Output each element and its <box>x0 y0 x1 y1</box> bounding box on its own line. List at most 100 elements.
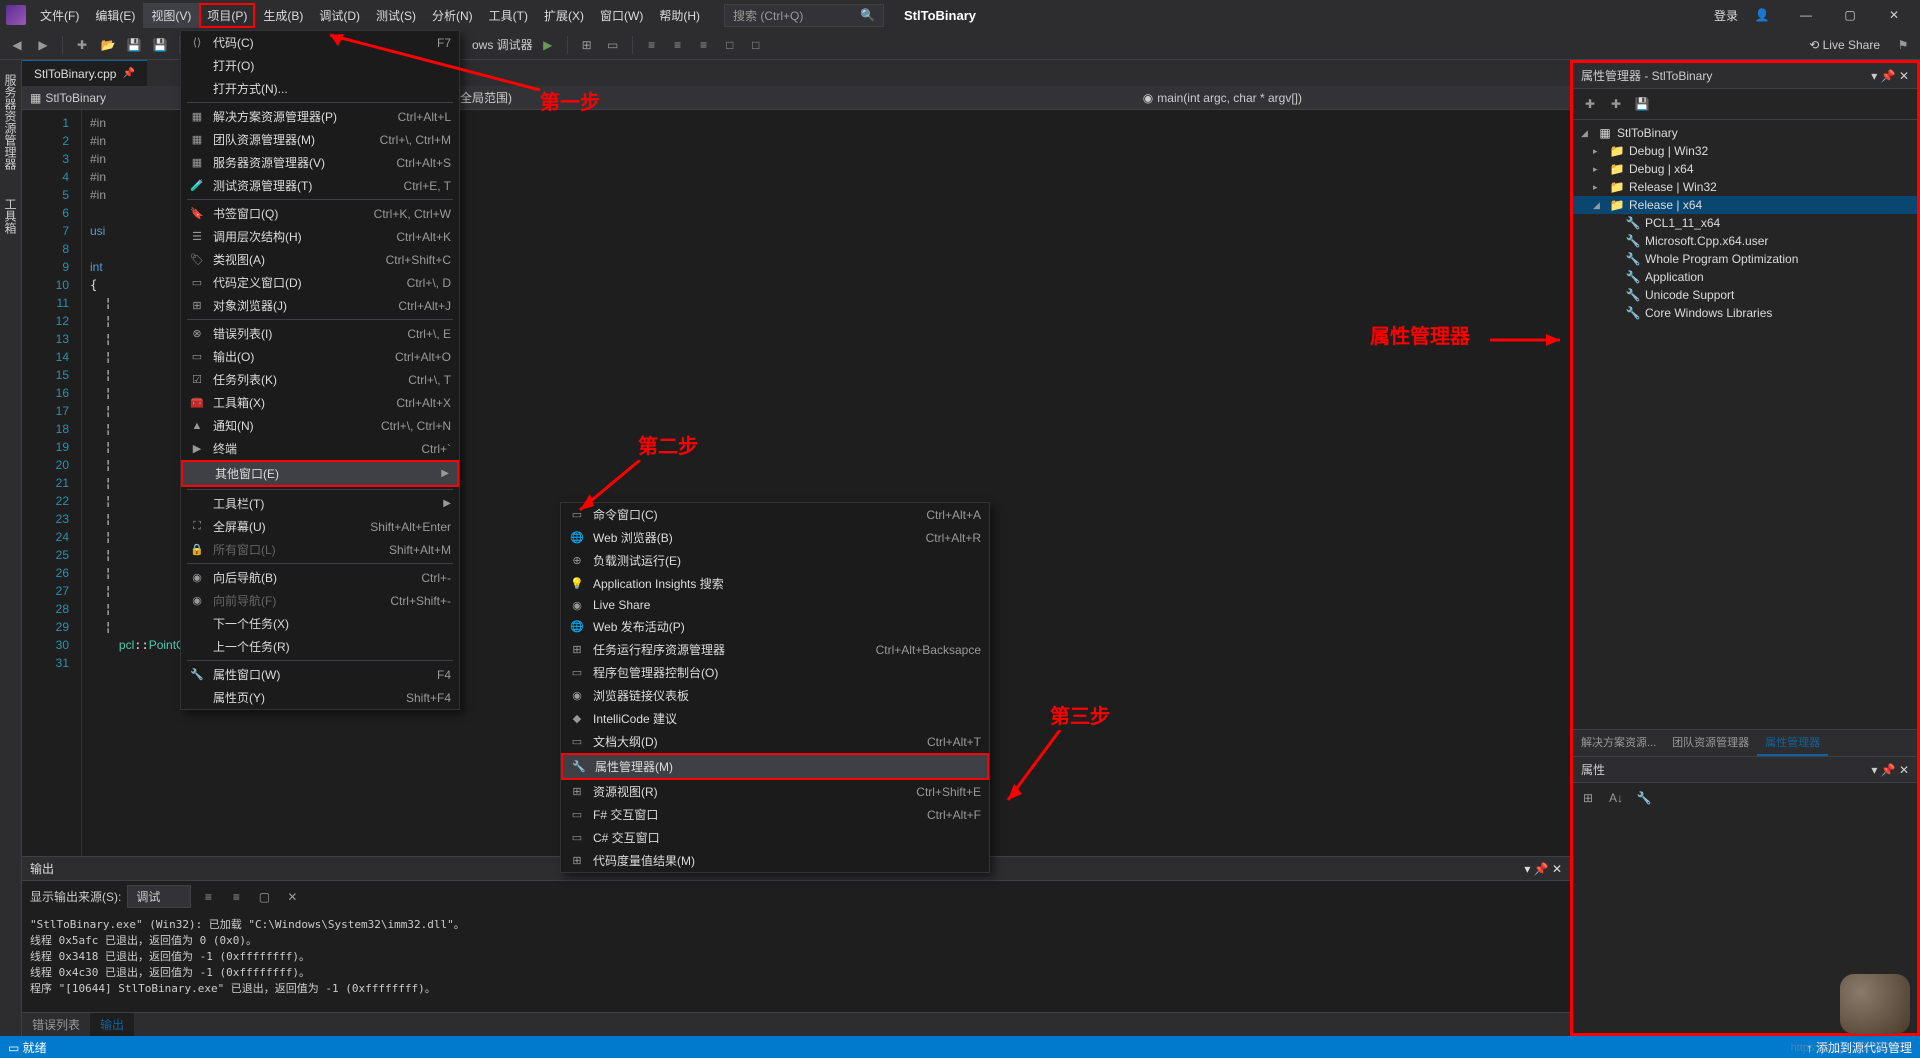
menu-item[interactable]: ⊕负载测试运行(E) <box>561 549 989 572</box>
tree-config[interactable]: ▸📁Debug | Win32 <box>1573 142 1917 160</box>
tb-btn-icon[interactable]: ⊞ <box>576 34 598 56</box>
menu-item[interactable]: ▦团队资源管理器(M)Ctrl+\, Ctrl+M <box>181 128 459 151</box>
categorize-icon[interactable]: ⊞ <box>1577 787 1599 809</box>
output-btn-icon[interactable]: ✕ <box>281 886 303 908</box>
menu-item[interactable]: 💡Application Insights 搜索 <box>561 572 989 595</box>
save-icon[interactable]: 💾 <box>1631 93 1653 115</box>
tree-config[interactable]: ▸📁Debug | x64 <box>1573 160 1917 178</box>
tree-prop-sheet[interactable]: 🔧Unicode Support <box>1573 286 1917 304</box>
tb-btn-icon[interactable]: ▭ <box>602 34 624 56</box>
menu-window[interactable]: 窗口(W) <box>592 3 651 28</box>
menu-item[interactable]: 🔖书签窗口(Q)Ctrl+K, Ctrl+W <box>181 202 459 225</box>
menu-edit[interactable]: 编辑(E) <box>87 3 143 28</box>
menu-item[interactable]: ⊞资源视图(R)Ctrl+Shift+E <box>561 780 989 803</box>
menu-item[interactable]: ◆IntelliCode 建议 <box>561 707 989 730</box>
search-input[interactable]: 搜索 (Ctrl+Q) 🔍 <box>724 4 884 27</box>
wrench-icon[interactable]: 🔧 <box>1633 787 1655 809</box>
feedback-icon[interactable]: ⚑ <box>1892 34 1914 56</box>
tb-btn-icon[interactable]: ≡ <box>667 34 689 56</box>
tree-prop-sheet[interactable]: 🔧Whole Program Optimization <box>1573 250 1917 268</box>
menu-item[interactable]: 🌐Web 发布活动(P) <box>561 615 989 638</box>
add-sheet-icon[interactable]: ✚ <box>1579 93 1601 115</box>
menu-item[interactable]: ◉Live Share <box>561 595 989 615</box>
tree-config[interactable]: ◢📁Release | x64 <box>1573 196 1917 214</box>
menu-item[interactable]: 🧪测试资源管理器(T)Ctrl+E, T <box>181 174 459 197</box>
menu-item[interactable]: ▭F# 交互窗口Ctrl+Alt+F <box>561 803 989 826</box>
add-existing-icon[interactable]: ✚ <box>1605 93 1627 115</box>
menu-item[interactable]: ⊞代码度量值结果(M) <box>561 849 989 872</box>
menu-extensions[interactable]: 扩展(X) <box>536 3 592 28</box>
property-tree[interactable]: ◢▦StlToBinary ▸📁Debug | Win32 ▸📁Debug | … <box>1573 120 1917 729</box>
menu-item[interactable]: ▭程序包管理器控制台(O) <box>561 661 989 684</box>
nav-back-icon[interactable]: ◀ <box>6 34 28 56</box>
output-btn-icon[interactable]: ≡ <box>197 886 219 908</box>
menu-item[interactable]: 🔒所有窗口(L)Shift+Alt+M <box>181 538 459 561</box>
tb-btn-icon[interactable]: ≡ <box>693 34 715 56</box>
menu-item[interactable]: ▭C# 交互窗口 <box>561 826 989 849</box>
tb-btn-icon[interactable]: □ <box>719 34 741 56</box>
save-all-icon[interactable]: 💾 <box>149 34 171 56</box>
tab-output[interactable]: 输出 <box>90 1013 134 1036</box>
menu-item[interactable]: 下一个任务(X) <box>181 612 459 635</box>
dropdown-icon[interactable]: ▾ <box>1871 69 1877 83</box>
menu-item[interactable]: ◉向前导航(F)Ctrl+Shift+- <box>181 589 459 612</box>
menu-item[interactable]: ▭代码定义窗口(D)Ctrl+\, D <box>181 271 459 294</box>
tab-team-explorer[interactable]: 团队资源管理器 <box>1664 730 1757 756</box>
new-icon[interactable]: ✚ <box>71 34 93 56</box>
output-btn-icon[interactable]: ≡ <box>225 886 247 908</box>
tb-btn-icon[interactable]: □ <box>745 34 767 56</box>
save-icon[interactable]: 💾 <box>123 34 145 56</box>
menu-item[interactable]: 打开方式(N)... <box>181 77 459 100</box>
menu-item[interactable]: 其他窗口(E)▶ <box>181 460 459 487</box>
menu-item[interactable]: 打开(O) <box>181 54 459 77</box>
menu-file[interactable]: 文件(F) <box>32 3 87 28</box>
breadcrumb-function[interactable]: ◉ main(int argc, char * argv[]) <box>1143 91 1302 105</box>
menu-item[interactable]: ⊗错误列表(I)Ctrl+\, E <box>181 322 459 345</box>
alpha-icon[interactable]: A↓ <box>1605 787 1627 809</box>
menu-item[interactable]: 🧰工具箱(X)Ctrl+Alt+X <box>181 391 459 414</box>
editor-tab[interactable]: StlToBinary.cpp 📌 <box>22 60 147 86</box>
tree-prop-sheet[interactable]: 🔧PCL1_11_x64 <box>1573 214 1917 232</box>
menu-view[interactable]: 视图(V) <box>143 3 199 28</box>
breadcrumb-project[interactable]: ▦ StlToBinary <box>30 91 106 105</box>
menu-test[interactable]: 测试(S) <box>368 3 424 28</box>
menu-tools[interactable]: 工具(T) <box>481 3 536 28</box>
menu-item[interactable]: ⟨⟩代码(C)F7 <box>181 31 459 54</box>
menu-item[interactable]: ▦解决方案资源管理器(P)Ctrl+Alt+L <box>181 105 459 128</box>
menu-item[interactable]: ▦服务器资源管理器(V)Ctrl+Alt+S <box>181 151 459 174</box>
tree-root[interactable]: ◢▦StlToBinary <box>1573 124 1917 142</box>
tree-prop-sheet[interactable]: 🔧Core Windows Libraries <box>1573 304 1917 322</box>
user-icon[interactable]: 👤 <box>1742 1 1782 29</box>
menu-item[interactable]: ▭命令窗口(C)Ctrl+Alt+A <box>561 503 989 526</box>
menu-item[interactable]: ◉浏览器链接仪表板 <box>561 684 989 707</box>
liveshare-button[interactable]: ⟲ Live Share <box>1801 38 1888 52</box>
pin-icon[interactable]: 📌 <box>122 68 134 79</box>
close-icon[interactable]: ✕ <box>1899 69 1909 83</box>
menu-item[interactable]: 🔧属性窗口(W)F4 <box>181 663 459 686</box>
open-icon[interactable]: 📂 <box>97 34 119 56</box>
menu-item[interactable]: ⛶全屏幕(U)Shift+Alt+Enter <box>181 515 459 538</box>
menu-build[interactable]: 生成(B) <box>255 3 311 28</box>
menu-debug[interactable]: 调试(D) <box>311 3 368 28</box>
menu-item[interactable]: 🌐Web 浏览器(B)Ctrl+Alt+R <box>561 526 989 549</box>
output-text[interactable]: "StlToBinary.exe" (Win32): 已加载 "C:\Windo… <box>22 912 1570 1012</box>
maximize-button[interactable]: ▢ <box>1830 1 1870 29</box>
minimize-button[interactable]: — <box>1786 1 1826 29</box>
menu-item[interactable]: ☰调用层次结构(H)Ctrl+Alt+K <box>181 225 459 248</box>
nav-fwd-icon[interactable]: ▶ <box>32 34 54 56</box>
menu-project[interactable]: 项目(P) <box>199 3 255 28</box>
menu-item[interactable]: ◉向后导航(B)Ctrl+- <box>181 566 459 589</box>
menu-item[interactable]: ▲通知(N)Ctrl+\, Ctrl+N <box>181 414 459 437</box>
pin-icon[interactable]: 📌 <box>1881 69 1896 83</box>
breadcrumb-scope[interactable]: (全局范围) <box>456 89 512 106</box>
server-explorer-tab[interactable]: 服务器资源管理器 <box>0 66 21 178</box>
menu-item[interactable]: 上一个任务(R) <box>181 635 459 658</box>
menu-item[interactable]: ▭输出(O)Ctrl+Alt+O <box>181 345 459 368</box>
tab-solution-explorer[interactable]: 解决方案资源... <box>1573 730 1664 756</box>
menu-item[interactable]: 🏷类视图(A)Ctrl+Shift+C <box>181 248 459 271</box>
menu-item[interactable]: ☑任务列表(K)Ctrl+\, T <box>181 368 459 391</box>
menu-analyze[interactable]: 分析(N) <box>424 3 481 28</box>
menu-item[interactable]: ▭文档大纲(D)Ctrl+Alt+T <box>561 730 989 753</box>
tab-error-list[interactable]: 错误列表 <box>22 1013 90 1036</box>
play-icon[interactable]: ▶ <box>537 34 559 56</box>
